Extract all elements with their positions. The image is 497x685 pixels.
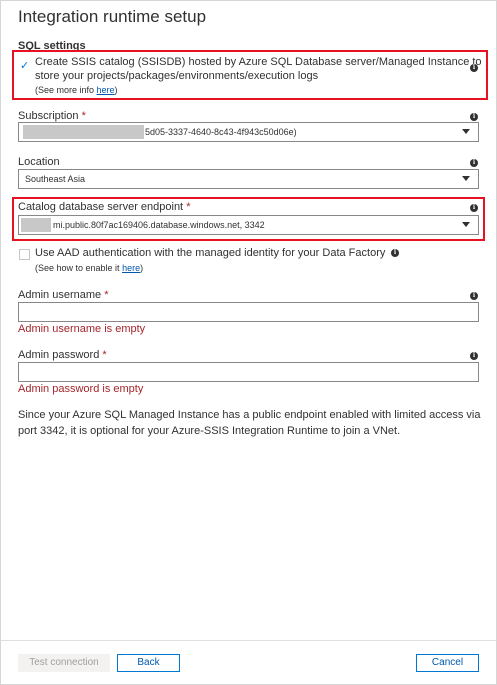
subscription-value: 5d05-3337-4640-8c43-4f943c50d06e) [145,127,297,137]
subscription-dropdown[interactable]: 5d05-3337-4640-8c43-4f943c50d06e) [18,122,479,142]
subscription-label: Subscription * [18,110,86,122]
admin-password-error: Admin password is empty [18,383,144,395]
info-icon[interactable]: i [470,159,478,167]
create-catalog-label-line1: Create SSIS catalog (SSISDB) hosted by A… [35,56,482,68]
location-dropdown[interactable]: Southeast Asia [18,169,479,189]
chevron-down-icon [462,222,470,227]
info-icon[interactable]: i [391,249,399,257]
aad-auth-help: (See how to enable it here) [35,263,143,273]
create-catalog-checkbox[interactable]: ✓ [20,59,29,72]
aad-auth-checkbox[interactable] [19,249,30,260]
footer-divider [1,640,496,641]
required-marker: * [186,201,191,213]
aad-help-link[interactable]: here [122,263,140,273]
info-icon[interactable]: i [470,64,478,72]
more-info-suffix: ) [114,85,118,95]
info-icon[interactable]: i [470,292,478,300]
admin-username-label-text: Admin username [18,289,102,301]
endpoint-dropdown[interactable]: mi.public.80f7ac169406.database.windows.… [18,215,479,235]
admin-username-label: Admin username * [18,289,109,301]
aad-auth-label: Use AAD authentication with the managed … [35,247,386,259]
required-marker: * [81,110,86,122]
location-label: Location [18,156,60,168]
endpoint-label: Catalog database server endpoint * [18,201,190,213]
dialog-panel: Integration runtime setup SQL settings ✓… [0,0,497,685]
admin-username-input[interactable] [18,302,479,322]
admin-username-error: Admin username is empty [18,323,146,335]
dialog-title: Integration runtime setup [18,7,207,26]
chevron-down-icon [462,176,470,181]
redacted-region [23,125,144,139]
required-marker: * [102,349,107,361]
info-icon[interactable]: i [470,352,478,360]
redacted-region [21,218,51,232]
required-marker: * [104,289,109,301]
admin-password-label-text: Admin password [18,349,100,361]
more-info-link[interactable]: here [97,85,115,95]
more-info-prefix: (See more info [35,85,97,95]
vnet-note-line1: Since your Azure SQL Managed Instance ha… [18,409,481,421]
admin-password-input[interactable] [18,362,479,382]
aad-help-suffix: ) [140,263,144,273]
create-catalog-label-line2: store your projects/packages/environment… [35,70,319,82]
info-icon[interactable]: i [470,113,478,121]
admin-password-label: Admin password * [18,349,107,361]
vnet-note-line2: port 3342, it is optional for your Azure… [18,425,401,437]
info-icon[interactable]: i [470,204,478,212]
test-connection-button[interactable]: Test connection [18,654,110,672]
subscription-label-text: Subscription [18,110,79,122]
create-catalog-more-info: (See more info here) [35,85,118,95]
back-button[interactable]: Back [117,654,180,672]
endpoint-label-text: Catalog database server endpoint [18,201,184,213]
chevron-down-icon [462,129,470,134]
aad-help-prefix: (See how to enable it [35,263,123,273]
location-value: Southeast Asia [25,174,86,184]
endpoint-value: mi.public.80f7ac169406.database.windows.… [53,220,265,230]
cancel-button[interactable]: Cancel [416,654,479,672]
